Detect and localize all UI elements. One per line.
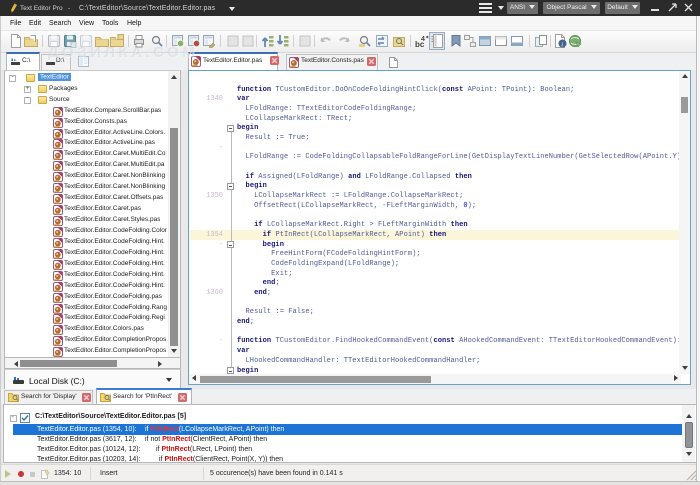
svg-text:4: 4 [421, 36, 425, 43]
svg-text:i: i [561, 41, 563, 48]
